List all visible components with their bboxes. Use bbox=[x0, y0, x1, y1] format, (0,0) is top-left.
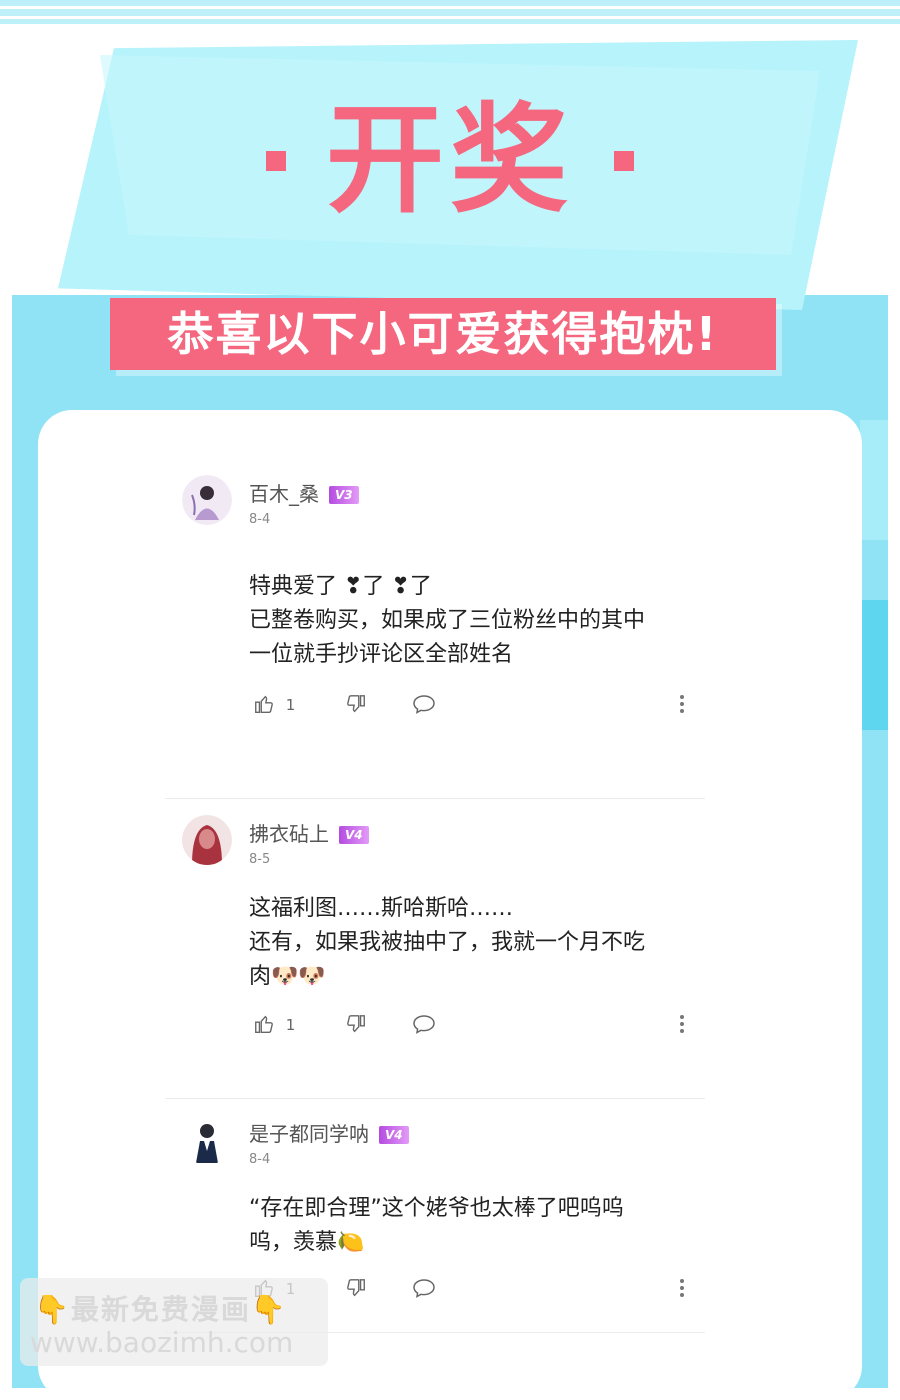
dislike-button[interactable] bbox=[345, 1274, 367, 1304]
background-edge bbox=[0, 300, 12, 780]
thumbs-down-icon bbox=[347, 695, 365, 713]
pointing-down-icon: 👇 bbox=[250, 1293, 288, 1326]
like-count: 1 bbox=[285, 1016, 296, 1034]
stripe-line bbox=[0, 16, 900, 19]
comment-username[interactable]: 百木_桑 V3 bbox=[249, 478, 359, 507]
comment-line: 已整卷购买，如果成了三位粉丝中的其中 bbox=[249, 608, 646, 633]
avatar[interactable] bbox=[182, 815, 232, 865]
more-button[interactable] bbox=[677, 690, 687, 720]
level-badge: V3 bbox=[329, 486, 359, 504]
comment-line: 这福利图……斯哈斯哈…… bbox=[249, 896, 514, 921]
stripe-line bbox=[0, 6, 900, 9]
like-button[interactable]: 1 bbox=[253, 690, 295, 720]
comment-date: 8-4 bbox=[249, 1152, 271, 1167]
watermark: 👇最新免费漫画👇 www.baozimh.com bbox=[20, 1278, 328, 1366]
page-title-text: 开奖 bbox=[325, 91, 574, 229]
dislike-button[interactable] bbox=[345, 1010, 367, 1040]
background-edge bbox=[888, 300, 900, 780]
username-text[interactable]: 百木_桑 bbox=[249, 482, 319, 506]
avatar[interactable] bbox=[182, 1115, 232, 1165]
more-vertical-icon bbox=[680, 1279, 684, 1297]
comment-line: 特典爱了 ❣了 ❣了 bbox=[249, 574, 432, 599]
watermark-url: www.baozimh.com bbox=[30, 1326, 294, 1359]
comment-line: 一位就手抄评论区全部姓名 bbox=[249, 642, 514, 667]
comment-line: 呜，羡慕🍋 bbox=[249, 1230, 365, 1255]
pointing-down-icon: 👇 bbox=[34, 1293, 71, 1326]
thumbs-down-icon bbox=[347, 1279, 365, 1297]
thumbs-up-icon bbox=[255, 695, 273, 713]
like-count: 1 bbox=[285, 696, 296, 714]
comment-body: 特典爱了 ❣了 ❣了 已整卷购买，如果成了三位粉丝中的其中 一位就手抄评论区全部… bbox=[249, 570, 709, 672]
watermark-text: 最新免费漫画 bbox=[70, 1293, 251, 1326]
level-badge: V4 bbox=[339, 826, 369, 844]
more-vertical-icon bbox=[680, 695, 684, 713]
username-text[interactable]: 是子都同学呐 bbox=[249, 1122, 369, 1146]
more-button[interactable] bbox=[677, 1010, 687, 1040]
avatar[interactable] bbox=[182, 475, 232, 525]
comment-actions: 1 bbox=[249, 1010, 719, 1040]
divider bbox=[165, 798, 705, 799]
level-badge: V4 bbox=[379, 1126, 409, 1144]
comment-body: 这福利图……斯哈斯哈…… 还有，如果我被抽中了，我就一个月不吃 肉🐶🐶 bbox=[249, 892, 709, 994]
comment-date: 8-4 bbox=[249, 512, 271, 527]
comment-date: 8-5 bbox=[249, 852, 271, 867]
comment-line: 肉🐶🐶 bbox=[249, 964, 326, 989]
title-dot-right bbox=[614, 150, 634, 171]
comment-username[interactable]: 是子都同学呐 V4 bbox=[249, 1118, 409, 1147]
comment-body: “存在即合理”这个姥爷也太棒了吧呜呜 呜，羡慕🍋 bbox=[249, 1192, 709, 1260]
reply-button[interactable] bbox=[412, 1274, 436, 1304]
reply-button[interactable] bbox=[412, 1010, 436, 1040]
more-vertical-icon bbox=[680, 1015, 684, 1033]
comment-line: “存在即合理”这个姥爷也太棒了吧呜呜 bbox=[249, 1196, 624, 1221]
thumbs-down-icon bbox=[347, 1015, 365, 1033]
like-button[interactable]: 1 bbox=[253, 1010, 295, 1040]
thumbs-up-icon bbox=[255, 1015, 273, 1033]
comment-bubble-icon bbox=[413, 695, 435, 714]
reply-button[interactable] bbox=[412, 690, 436, 720]
title-dot-left bbox=[265, 150, 286, 171]
page-title: 开奖 bbox=[0, 95, 900, 225]
comment-bubble-icon bbox=[413, 1279, 435, 1298]
dislike-button[interactable] bbox=[345, 690, 367, 720]
comments-card: 百木_桑 V3 8-4 特典爱了 ❣了 ❣了 已整卷购买，如果成了三位粉丝中的其中… bbox=[38, 410, 862, 1400]
comment-bubble-icon bbox=[413, 1015, 435, 1034]
background-accent bbox=[860, 600, 888, 730]
background-accent bbox=[860, 420, 888, 540]
comment-line: 还有，如果我被抽中了，我就一个月不吃 bbox=[249, 930, 646, 955]
watermark-line1: 👇最新免费漫画👇 bbox=[34, 1288, 288, 1328]
comment-actions: 1 bbox=[249, 690, 719, 720]
more-button[interactable] bbox=[677, 1274, 687, 1304]
winner-banner: 恭喜以下小可爱获得抱枕! bbox=[110, 298, 776, 370]
winner-banner-text: 恭喜以下小可爱获得抱枕! bbox=[167, 307, 719, 361]
divider bbox=[165, 1098, 705, 1099]
username-text[interactable]: 拂衣砧上 bbox=[249, 822, 329, 846]
top-stripe bbox=[0, 0, 900, 24]
comment-username[interactable]: 拂衣砧上 V4 bbox=[249, 818, 369, 847]
